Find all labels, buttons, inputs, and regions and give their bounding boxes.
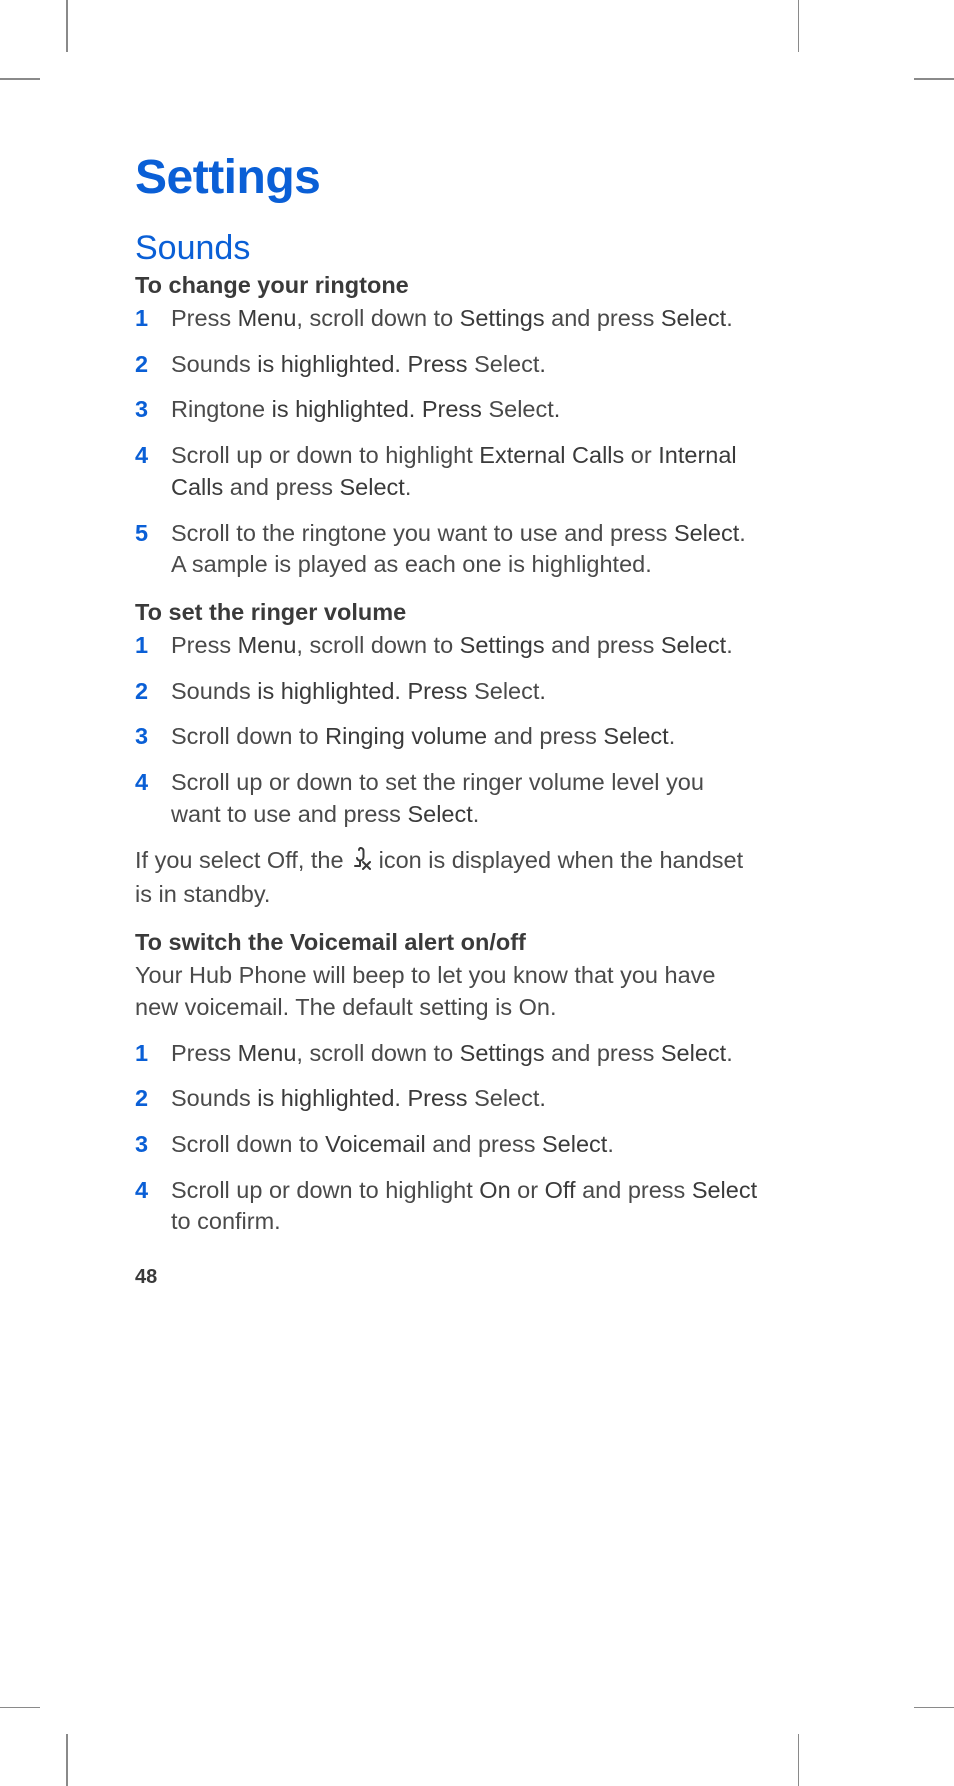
step-number: 1 bbox=[135, 630, 171, 662]
step-number: 5 bbox=[135, 518, 171, 550]
step-text: Scroll up or down to highlight On or Off… bbox=[171, 1175, 760, 1238]
step-number: 4 bbox=[135, 767, 171, 799]
ringer-off-icon bbox=[351, 847, 371, 880]
step-number: 3 bbox=[135, 394, 171, 426]
step-text: Scroll up or down to highlight External … bbox=[171, 440, 760, 503]
step-item: 1Press Menu, scroll down to Settings and… bbox=[135, 303, 760, 335]
step-list: 1Press Menu, scroll down to Settings and… bbox=[135, 1038, 760, 1239]
step-number: 1 bbox=[135, 303, 171, 335]
step-item: 5Scroll to the ringtone you want to use … bbox=[135, 518, 760, 581]
crop-mark bbox=[0, 78, 40, 80]
step-item: 3Scroll down to Ringing volume and press… bbox=[135, 721, 760, 753]
intro-text: Your Hub Phone will beep to let you know… bbox=[135, 960, 760, 1023]
step-number: 3 bbox=[135, 721, 171, 753]
step-number: 2 bbox=[135, 349, 171, 381]
step-text: Press Menu, scroll down to Settings and … bbox=[171, 303, 760, 335]
page-number: 48 bbox=[135, 1266, 157, 1289]
procedure-heading: To change your ringtone bbox=[135, 272, 760, 299]
step-item: 4Scroll up or down to highlight External… bbox=[135, 440, 760, 503]
step-text: Scroll down to Voicemail and press Selec… bbox=[171, 1129, 760, 1161]
crop-mark bbox=[798, 0, 800, 52]
step-number: 3 bbox=[135, 1129, 171, 1161]
crop-mark bbox=[914, 78, 954, 80]
step-item: 2Sounds is highlighted. Press Select. bbox=[135, 1083, 760, 1115]
step-text: Press Menu, scroll down to Settings and … bbox=[171, 1038, 760, 1070]
step-list: 1Press Menu, scroll down to Settings and… bbox=[135, 630, 760, 831]
crop-mark bbox=[66, 0, 68, 52]
step-text: Scroll to the ringtone you want to use a… bbox=[171, 518, 760, 581]
page-content: Settings Sounds To change your ringtone 1… bbox=[135, 150, 760, 1252]
crop-mark bbox=[66, 1734, 68, 1786]
step-item: 1Press Menu, scroll down to Settings and… bbox=[135, 1038, 760, 1070]
procedure-heading: To switch the Voicemail alert on/off bbox=[135, 929, 760, 956]
step-number: 4 bbox=[135, 1175, 171, 1207]
procedure-heading: To set the ringer volume bbox=[135, 599, 760, 626]
step-item: 2Sounds is highlighted. Press Select. bbox=[135, 676, 760, 708]
step-item: 3Scroll down to Voicemail and press Sele… bbox=[135, 1129, 760, 1161]
content-body: To change your ringtone1Press Menu, scro… bbox=[135, 272, 760, 1238]
step-text: Scroll up or down to set the ringer volu… bbox=[171, 767, 760, 830]
step-text: Press Menu, scroll down to Settings and … bbox=[171, 630, 760, 662]
step-text: Sounds is highlighted. Press Select. bbox=[171, 1083, 760, 1115]
step-number: 4 bbox=[135, 440, 171, 472]
step-list: 1Press Menu, scroll down to Settings and… bbox=[135, 303, 760, 581]
crop-mark bbox=[0, 1707, 40, 1709]
step-text: Scroll down to Ringing volume and press … bbox=[171, 721, 760, 753]
step-item: 3Ringtone is highlighted. Press Select. bbox=[135, 394, 760, 426]
crop-mark bbox=[798, 1734, 800, 1786]
page-title: Settings bbox=[135, 150, 760, 205]
step-number: 2 bbox=[135, 676, 171, 708]
step-item: 4Scroll up or down to highlight On or Of… bbox=[135, 1175, 760, 1238]
step-item: 1Press Menu, scroll down to Settings and… bbox=[135, 630, 760, 662]
section-title: Sounds bbox=[135, 229, 760, 268]
note-text: If you select Off, the icon is displayed… bbox=[135, 845, 760, 911]
step-item: 2Sounds is highlighted. Press Select. bbox=[135, 349, 760, 381]
step-number: 1 bbox=[135, 1038, 171, 1070]
step-number: 2 bbox=[135, 1083, 171, 1115]
step-item: 4Scroll up or down to set the ringer vol… bbox=[135, 767, 760, 830]
step-text: Sounds is highlighted. Press Select. bbox=[171, 676, 760, 708]
crop-mark bbox=[914, 1707, 954, 1709]
step-text: Ringtone is highlighted. Press Select. bbox=[171, 394, 760, 426]
step-text: Sounds is highlighted. Press Select. bbox=[171, 349, 760, 381]
